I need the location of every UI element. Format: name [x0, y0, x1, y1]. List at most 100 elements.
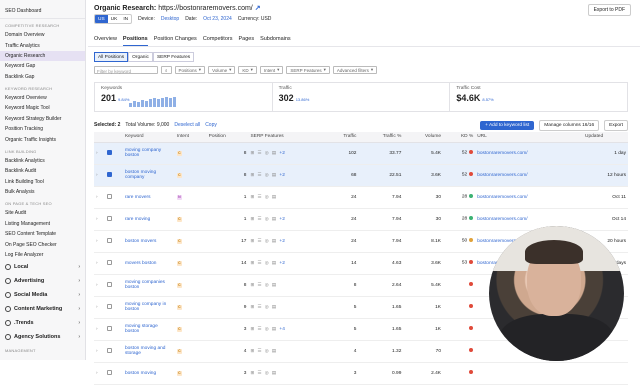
serp-more[interactable]: +4 [279, 327, 284, 332]
filter-positions[interactable]: Positions ▾ [174, 66, 206, 74]
sidebar-group-agency-solutions[interactable]: Agency Solutions › [0, 330, 85, 344]
keyword-link[interactable]: movers boston [125, 261, 156, 266]
filter-advanced-filters[interactable]: Advanced filters ▾ [332, 66, 378, 74]
sidebar-item-position-tracking[interactable]: Position Tracking [0, 124, 85, 134]
row-checkbox[interactable] [107, 370, 113, 376]
keyword-link[interactable]: boston moving company [125, 170, 156, 180]
column-header[interactable]: Keyword [122, 132, 175, 143]
sidebar-item-link-building-tool[interactable]: Link Building Tool [0, 177, 85, 187]
serp-more[interactable]: +2 [279, 261, 284, 266]
row-checkbox-cell[interactable] [105, 252, 123, 275]
serp-more[interactable]: +2 [279, 173, 284, 178]
db-us[interactable]: US [95, 15, 108, 23]
sidebar-item-bulk-analysis[interactable]: Bulk Analysis [0, 187, 85, 197]
row-checkbox-cell[interactable] [105, 318, 123, 341]
row-checkbox-cell[interactable] [105, 296, 123, 319]
add-to-keyword-list-button[interactable]: + Add to keyword list [480, 120, 535, 130]
database-selector[interactable]: US UK IN [94, 14, 133, 24]
filter-volume[interactable]: Volume ▾ [208, 66, 236, 74]
keyword-link[interactable]: boston moving [125, 371, 156, 376]
external-link-icon[interactable]: ↗ [255, 5, 261, 12]
column-header[interactable]: Volume [403, 132, 443, 143]
column-header[interactable]: Traffic % [358, 132, 404, 143]
expand-cell[interactable]: › [94, 318, 106, 341]
row-checkbox[interactable] [107, 260, 113, 266]
sidebar-item-listing-management[interactable]: Listing Management [0, 219, 85, 229]
expand-cell[interactable]: › [94, 186, 106, 209]
expand-cell[interactable]: › [94, 340, 106, 363]
sidebar-seo-dashboard[interactable]: SEO Dashboard [0, 0, 85, 19]
row-checkbox-cell[interactable] [105, 142, 123, 165]
sidebar-item-backlink-analytics[interactable]: Backlink Analytics [0, 156, 85, 166]
expand-cell[interactable]: › [94, 252, 106, 275]
export-button[interactable]: Export [604, 119, 628, 131]
keyword-link[interactable]: moving companies boston [125, 280, 165, 290]
sidebar-item-backlink-audit[interactable]: Backlink Audit [0, 166, 85, 176]
sidebar-item-keyword-magic-tool[interactable]: Keyword Magic Tool [0, 103, 85, 113]
filter-intent[interactable]: Intent ▾ [259, 66, 284, 74]
tab-position-changes[interactable]: Position Changes [154, 36, 197, 46]
expand-cell[interactable]: › [94, 208, 106, 231]
sidebar-item-site-audit[interactable]: Site Audit [0, 208, 85, 218]
expand-cell[interactable]: › [94, 164, 106, 187]
serp-more[interactable]: +2 [279, 239, 284, 244]
url-link[interactable]: bostonraremovers.com/ [475, 164, 583, 187]
subtab-serp-features[interactable]: SERP Features [152, 52, 195, 62]
sidebar-group-content-marketing[interactable]: Content Marketing › [0, 302, 85, 316]
keyword-link[interactable]: moving storage boston [125, 324, 158, 334]
url-link[interactable]: bostonraremovers.com/ [475, 186, 583, 209]
keyword-link[interactable]: boston moving and storage [125, 346, 166, 356]
row-checkbox[interactable] [107, 348, 113, 354]
keyword-link[interactable]: moving company boston [125, 148, 161, 158]
copy-link[interactable]: Copy [205, 122, 217, 128]
expand-cell[interactable]: › [94, 142, 106, 165]
sidebar-group-advertising[interactable]: Advertising › [0, 274, 85, 288]
row-checkbox-cell[interactable] [105, 230, 123, 253]
table-row[interactable]: › boston moving C 3 ⊞ ☰ ◎ ▤ 3 0.99 2.4K [94, 362, 628, 385]
device-dropdown[interactable]: Desktop [161, 16, 179, 22]
deselect-all-link[interactable]: Deselect all [174, 122, 200, 128]
column-header[interactable]: Position [206, 132, 249, 143]
column-header[interactable]: Intent [174, 132, 207, 143]
row-checkbox-cell[interactable] [105, 186, 123, 209]
row-checkbox[interactable] [107, 216, 113, 222]
filter-kd[interactable]: KD ▾ [238, 66, 257, 74]
filter-serp-features[interactable]: SERP Features ▾ [286, 66, 330, 74]
tab-competitors[interactable]: Competitors [203, 36, 233, 46]
row-checkbox[interactable] [107, 172, 113, 178]
sidebar-item-organic-research[interactable]: Organic Research [0, 50, 85, 62]
row-checkbox-cell[interactable] [105, 274, 123, 297]
row-checkbox[interactable] [107, 326, 113, 332]
row-checkbox[interactable] [107, 150, 113, 156]
tab-positions[interactable]: Positions [122, 36, 148, 46]
keyword-link[interactable]: rare movers [125, 195, 151, 200]
expand-cell[interactable]: › [94, 362, 106, 385]
row-checkbox[interactable] [107, 194, 113, 200]
row-checkbox-cell[interactable] [105, 362, 123, 385]
sidebar-item-backlink-gap[interactable]: Backlink Gap [0, 72, 85, 82]
expand-cell[interactable]: › [94, 296, 106, 319]
row-checkbox-cell[interactable] [105, 164, 123, 187]
sidebar-group-social-media[interactable]: Social Media › [0, 288, 85, 302]
keyword-link[interactable]: rare moving [125, 217, 150, 222]
date-dropdown[interactable]: Oct 23, 2024 [203, 16, 232, 22]
serp-more[interactable]: +2 [279, 217, 284, 222]
column-header[interactable]: KD % [443, 132, 476, 143]
row-checkbox[interactable] [107, 304, 113, 310]
subtab-organic[interactable]: Organic [128, 52, 153, 62]
sidebar-item-log-file-analyzer[interactable]: Log File Analyzer [0, 250, 85, 260]
sidebar-item-keyword-overview[interactable]: Keyword Overview [0, 93, 85, 103]
table-row[interactable]: › rare movers N 1 ⊞ ☰ ◎ ▤ 24 7.94 30 28 bostonra… [94, 186, 628, 209]
sidebar-item-traffic-analytics[interactable]: Traffic Analytics [0, 40, 85, 50]
sidebar-item-organic-traffic-insights[interactable]: Organic Traffic Insights [0, 134, 85, 144]
sidebar-item-domain-overview[interactable]: Domain Overview [0, 30, 85, 40]
url-link[interactable] [475, 362, 583, 385]
export-pdf-button[interactable]: Export to PDF [587, 4, 631, 16]
table-row[interactable]: › boston moving company C 8 ⊞ ☰ ◎ ▤ +2 68 22.5… [94, 164, 628, 187]
expand-cell[interactable]: › [94, 230, 106, 253]
keyword-link[interactable]: moving company in boston [125, 302, 166, 312]
row-checkbox-cell[interactable] [105, 208, 123, 231]
search-icon[interactable]: ⌕ [161, 66, 172, 74]
expand-cell[interactable]: › [94, 274, 106, 297]
sidebar-group--trends[interactable]: .Trends › [0, 316, 85, 330]
